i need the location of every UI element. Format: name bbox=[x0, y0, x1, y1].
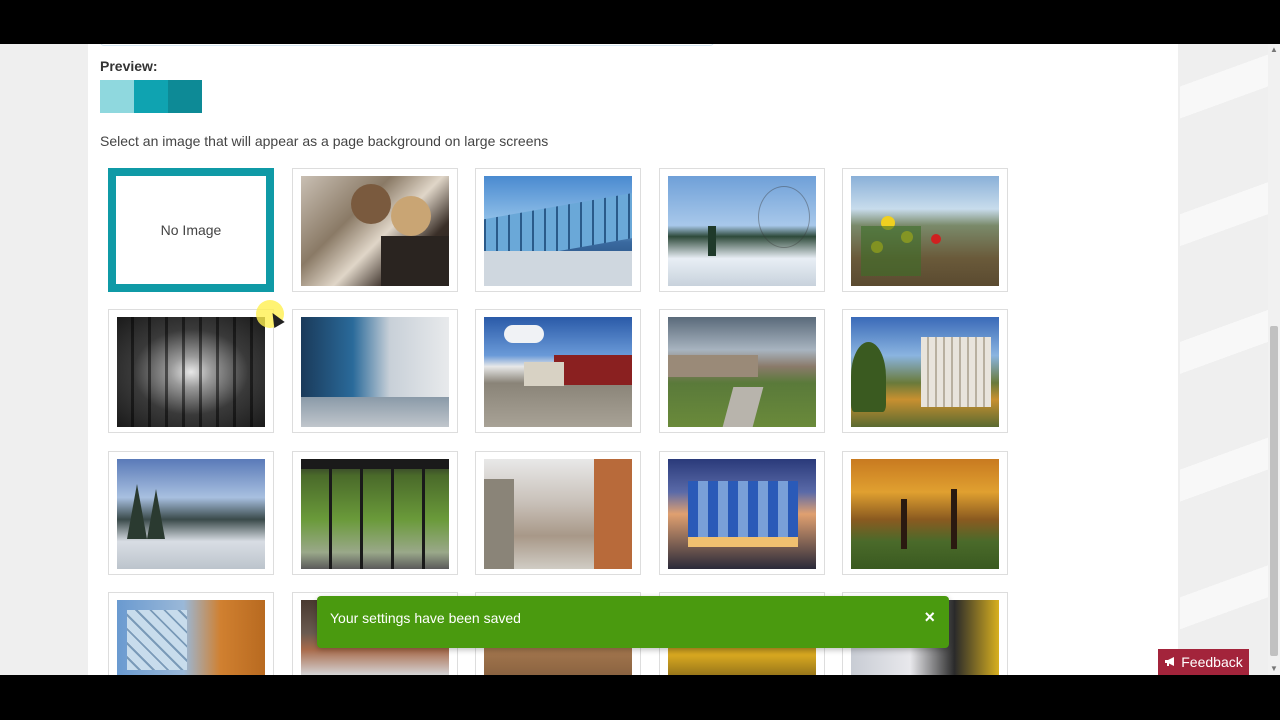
bg-option-covered-walkway[interactable] bbox=[108, 309, 274, 433]
thumbnail bbox=[301, 317, 449, 427]
bg-option-snowy-trees[interactable] bbox=[108, 451, 274, 575]
bg-option-no-image[interactable]: No Image bbox=[108, 168, 274, 292]
text-input-bottom-edge[interactable] bbox=[100, 44, 714, 46]
bg-option-courtyard-window[interactable] bbox=[292, 451, 458, 575]
vertical-scrollbar[interactable]: ▲ ▼ bbox=[1268, 44, 1280, 675]
bg-option-glass-bridge[interactable] bbox=[475, 168, 641, 292]
bg-option-blue-glass-building[interactable] bbox=[659, 451, 825, 575]
thumbnail bbox=[301, 176, 449, 286]
settings-panel: Preview: Select an image that will appea… bbox=[88, 44, 1178, 675]
thumbnail bbox=[851, 459, 999, 569]
close-icon[interactable]: × bbox=[924, 607, 935, 628]
preview-label: Preview: bbox=[100, 58, 158, 74]
bg-option-winter-campus[interactable] bbox=[659, 168, 825, 292]
bottom-black-bar bbox=[0, 675, 1280, 720]
bg-option-glass-cube[interactable] bbox=[108, 592, 274, 675]
thumbnail bbox=[117, 459, 265, 569]
swatch-dark bbox=[168, 80, 202, 113]
swatch-light bbox=[100, 80, 134, 113]
thumbnail bbox=[117, 317, 265, 427]
no-image-label: No Image bbox=[160, 222, 222, 238]
bg-option-students-studying[interactable] bbox=[292, 168, 458, 292]
background-instruction: Select an image that will appear as a pa… bbox=[100, 133, 549, 149]
thumbnail bbox=[668, 176, 816, 286]
thumbnail bbox=[484, 459, 632, 569]
scroll-up-arrow-icon[interactable]: ▲ bbox=[1268, 44, 1280, 56]
preview-swatches bbox=[100, 80, 202, 113]
bg-option-campus-plaza[interactable] bbox=[475, 309, 641, 433]
success-toast: Your settings have been saved × bbox=[317, 596, 949, 648]
page-background: Preview: Select an image that will appea… bbox=[0, 44, 1268, 675]
megaphone-icon bbox=[1164, 654, 1177, 670]
thumbnail bbox=[117, 600, 265, 675]
swatch-medium bbox=[134, 80, 168, 113]
thumbnail bbox=[484, 317, 632, 427]
thumbnail bbox=[851, 176, 999, 286]
bg-option-garden-path[interactable] bbox=[659, 309, 825, 433]
feedback-label: Feedback bbox=[1181, 654, 1243, 670]
thumbnail bbox=[484, 176, 632, 286]
bg-option-atrium-interior[interactable] bbox=[475, 451, 641, 575]
top-black-bar bbox=[0, 0, 1280, 44]
scroll-thumb[interactable] bbox=[1270, 326, 1278, 656]
bg-option-autumn-trees[interactable] bbox=[842, 451, 1008, 575]
bg-option-autumn-building[interactable] bbox=[842, 309, 1008, 433]
bg-option-blue-corridor[interactable] bbox=[292, 309, 458, 433]
thumbnail bbox=[301, 459, 449, 569]
thumbnail bbox=[668, 459, 816, 569]
feedback-button[interactable]: Feedback bbox=[1158, 649, 1249, 675]
thumbnail bbox=[668, 317, 816, 427]
thumbnail bbox=[851, 317, 999, 427]
toast-message: Your settings have been saved bbox=[330, 610, 521, 626]
scroll-down-arrow-icon[interactable]: ▼ bbox=[1268, 663, 1280, 675]
background-watermark bbox=[1180, 44, 1268, 675]
bg-option-tulips[interactable] bbox=[842, 168, 1008, 292]
